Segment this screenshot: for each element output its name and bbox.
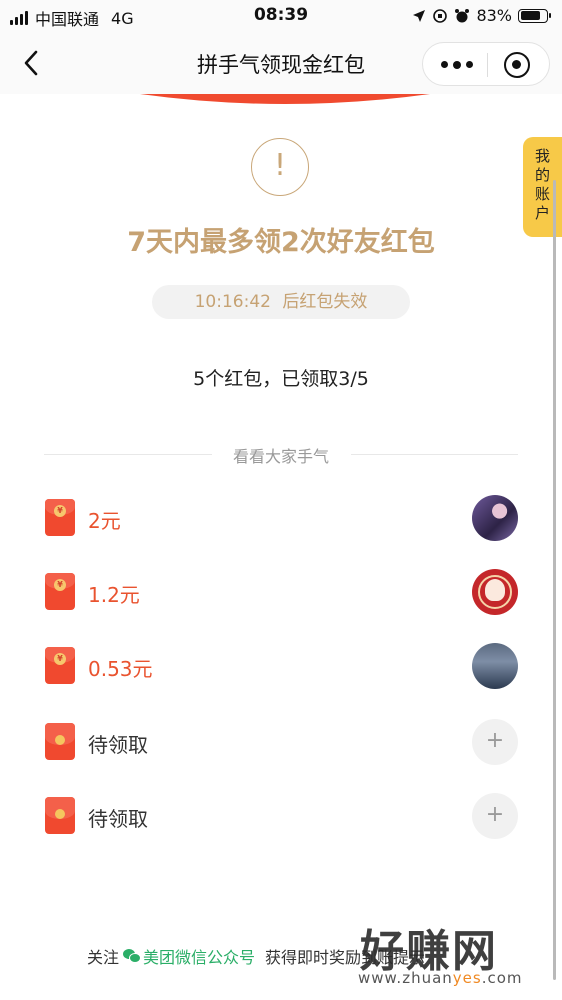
pending-row: 待领取 + (0, 717, 562, 767)
red-envelope-icon: ¥ (45, 499, 75, 536)
orientation-lock-icon (433, 8, 448, 23)
side-tab-char: 我 (534, 147, 550, 165)
avatar[interactable] (472, 495, 518, 541)
countdown-pill: 10:16:42 后红包失效 (152, 285, 410, 319)
warning-icon: ! (251, 138, 309, 196)
claim-amount: 0.53元 (88, 657, 153, 681)
pending-label: 待领取 (88, 807, 148, 831)
red-envelope-top-arc (140, 94, 430, 104)
capsule-divider (487, 53, 488, 77)
official-account-link[interactable]: 美团微信公众号 (143, 944, 255, 968)
invite-button[interactable]: + (472, 793, 518, 839)
more-menu-icon[interactable] (441, 60, 473, 69)
red-envelope-icon: ¥ (45, 647, 75, 684)
invite-button[interactable]: + (472, 719, 518, 765)
red-envelope-icon: ¥ (45, 573, 75, 610)
claim-row: ¥ 0.53元 (0, 641, 562, 691)
status-right: 83% (412, 6, 551, 25)
claim-row: ¥ 2元 (0, 493, 562, 543)
claim-summary: 5个红包，已领取3/5 (193, 368, 369, 390)
countdown-suffix: 后红包失效 (282, 292, 368, 312)
side-tab-char: 账 (534, 185, 550, 203)
watermark-url: www.zhuanyes.com (358, 969, 523, 987)
wechat-icon (123, 949, 142, 963)
claim-amount: 1.2元 (88, 583, 140, 607)
mini-program-capsule (422, 42, 550, 86)
avatar[interactable] (472, 643, 518, 689)
avatar[interactable] (472, 569, 518, 615)
divider-label: 看看大家手气 (232, 447, 329, 466)
nav-bar: 拼手气领现金红包 (0, 34, 562, 94)
limit-headline: 7天内最多领2次好友红包 (127, 227, 435, 258)
countdown-time: 10:16:42 (194, 292, 271, 312)
close-mini-program-icon[interactable] (504, 52, 530, 78)
pending-label: 待领取 (88, 733, 148, 757)
red-envelope-icon (45, 797, 75, 834)
site-watermark: 好赚网 www.zhuanyes.com (358, 915, 558, 995)
claim-row: ¥ 1.2元 (0, 567, 562, 617)
footer-prefix: 关注 (87, 948, 120, 967)
location-icon (413, 9, 426, 22)
battery-fill (520, 11, 541, 20)
status-bar: 中国联通 4G 08:39 83% (0, 0, 562, 34)
claim-amount: 2元 (88, 509, 121, 533)
alarm-icon (455, 8, 470, 22)
divider-line-right (351, 454, 518, 455)
pending-row: 待领取 + (0, 791, 562, 841)
side-tab-char: 的 (534, 166, 550, 184)
red-envelope-icon (45, 723, 75, 760)
battery-icon (518, 8, 551, 23)
battery-percent: 83% (476, 6, 512, 25)
